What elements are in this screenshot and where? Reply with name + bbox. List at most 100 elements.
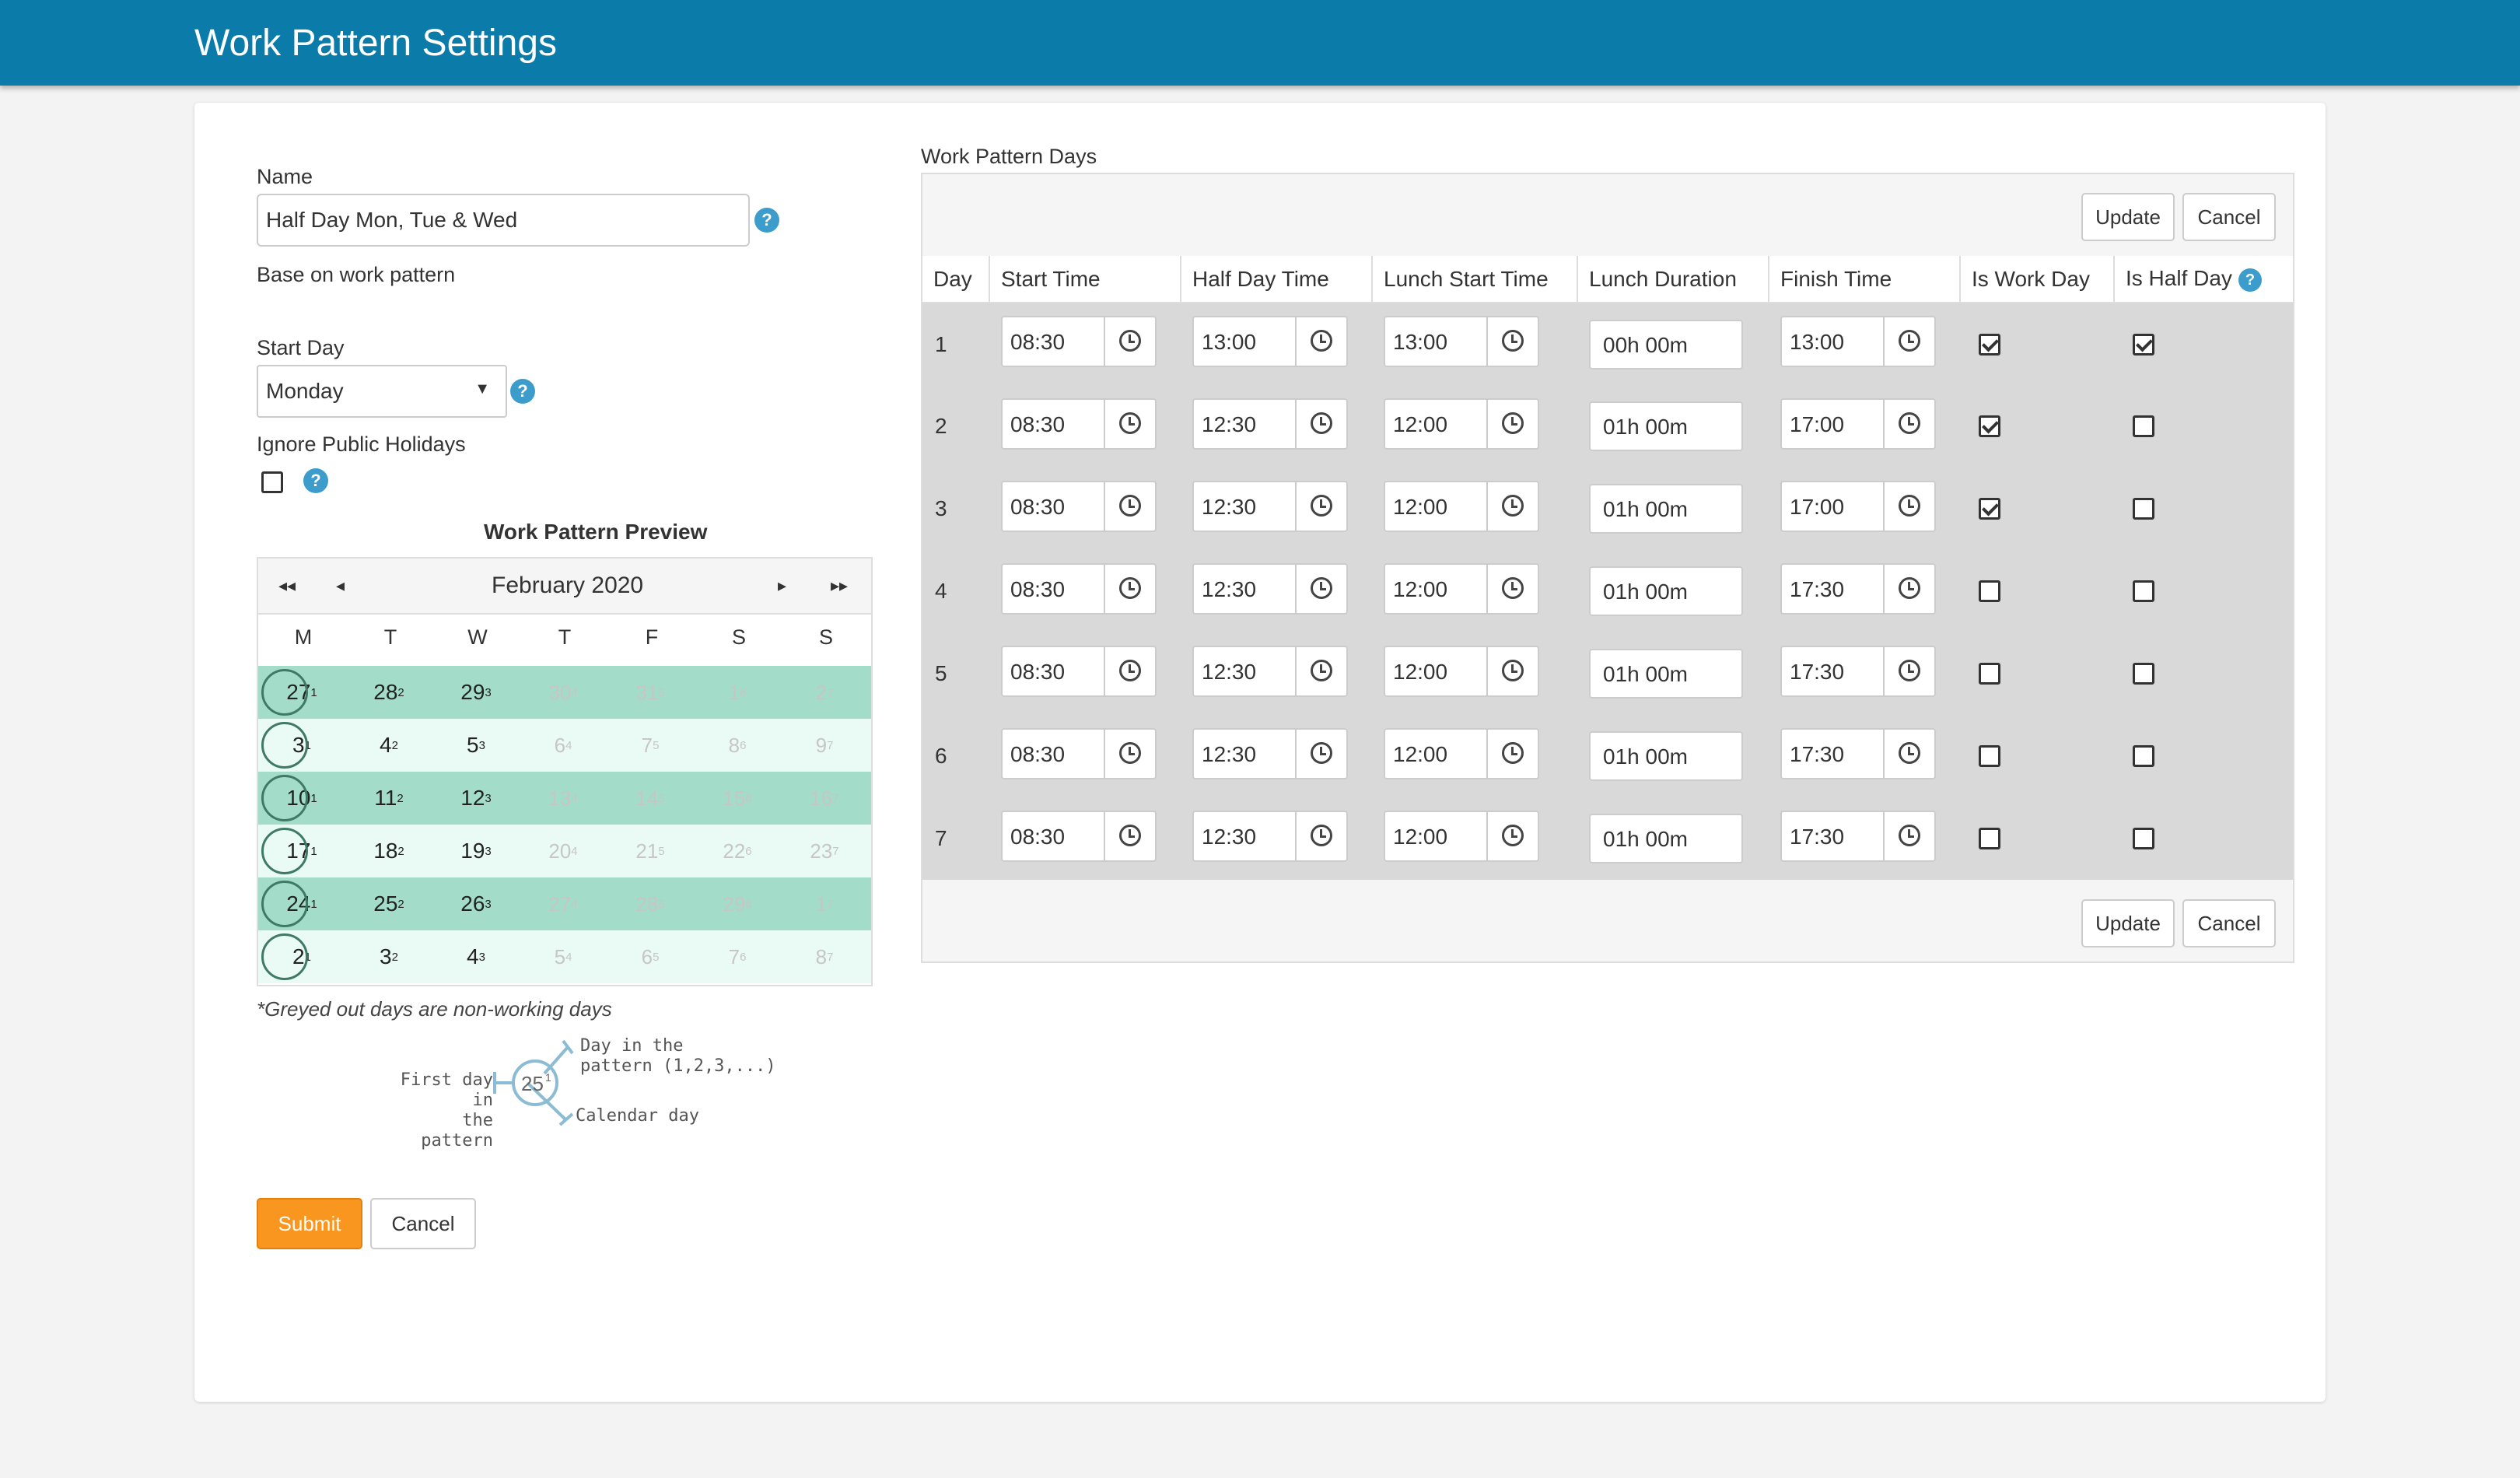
clock-button[interactable] (1104, 729, 1155, 778)
half-day-time-input[interactable]: 13:00 (1192, 316, 1348, 367)
cancel-button-top[interactable]: Cancel (2182, 193, 2276, 241)
calendar-day[interactable]: 28 2 (345, 666, 432, 719)
update-button-top[interactable]: Update (2081, 193, 2175, 241)
clock-button[interactable] (1883, 564, 1934, 613)
clock-button[interactable] (1486, 399, 1538, 448)
clock-button[interactable] (1486, 564, 1538, 613)
is-work-day-checkbox[interactable] (1979, 828, 2000, 849)
half-day-time-input[interactable]: 12:30 (1192, 810, 1348, 862)
clock-button[interactable] (1883, 646, 1934, 695)
clock-button[interactable] (1486, 646, 1538, 695)
calendar-day[interactable]: 11 2 (345, 772, 432, 825)
lunch-duration-input[interactable]: 01h 00m (1589, 401, 1743, 451)
is-half-day-checkbox[interactable] (2133, 828, 2154, 849)
clock-button[interactable] (1883, 317, 1934, 366)
clock-button[interactable] (1295, 317, 1346, 366)
calendar-day[interactable]: 10 1 (258, 772, 345, 825)
half-day-time-input[interactable]: 12:30 (1192, 398, 1348, 450)
calendar-day[interactable]: 29 6 (694, 877, 781, 930)
update-button-bottom[interactable]: Update (2081, 899, 2175, 947)
calendar-day[interactable]: 29 3 (432, 666, 520, 719)
start-time-input[interactable]: 08:30 (1001, 562, 1157, 615)
clock-button[interactable] (1295, 399, 1346, 448)
lunch-duration-input[interactable]: 01h 00m (1589, 814, 1743, 863)
calendar-day[interactable]: 16 7 (781, 772, 868, 825)
calendar-day[interactable]: 19 3 (432, 825, 520, 877)
is-half-day-checkbox[interactable] (2133, 334, 2154, 355)
is-work-day-checkbox[interactable] (1979, 498, 2000, 520)
half-day-time-input[interactable]: 12:30 (1192, 480, 1348, 532)
clock-button[interactable] (1883, 482, 1934, 531)
lunch-duration-input[interactable]: 00h 00m (1589, 319, 1743, 370)
first-month-icon[interactable]: ◂◂ (278, 576, 296, 596)
calendar-day[interactable]: 76 (694, 930, 781, 983)
clock-button[interactable] (1295, 811, 1346, 860)
lunch-start-time-input[interactable]: 12:00 (1384, 810, 1539, 862)
start-time-input[interactable]: 08:30 (1001, 810, 1157, 862)
calendar-day[interactable]: 21 (258, 930, 345, 983)
start-time-input[interactable]: 08:30 (1001, 645, 1157, 697)
calendar-day[interactable]: 20 4 (520, 825, 607, 877)
clock-button[interactable] (1486, 729, 1538, 778)
calendar-day[interactable]: 42 (345, 719, 432, 772)
clock-button[interactable] (1883, 811, 1934, 860)
calendar-day[interactable]: 26 3 (432, 877, 520, 930)
lunch-start-time-input[interactable]: 12:00 (1384, 480, 1539, 532)
clock-button[interactable] (1883, 729, 1934, 778)
half-day-time-input[interactable]: 12:30 (1192, 562, 1348, 615)
finish-time-input[interactable]: 17:30 (1780, 645, 1936, 697)
calendar-day[interactable]: 75 (607, 719, 694, 772)
calendar-day[interactable]: 64 (520, 719, 607, 772)
lunch-duration-input[interactable]: 01h 00m (1589, 649, 1743, 699)
calendar-day[interactable]: 31 5 (607, 666, 694, 719)
start-time-input[interactable]: 08:30 (1001, 398, 1157, 450)
is-half-day-checkbox[interactable] (2133, 663, 2154, 685)
clock-button[interactable] (1104, 482, 1155, 531)
half-day-time-input[interactable]: 12:30 (1192, 727, 1348, 779)
calendar-day[interactable]: 13 4 (520, 772, 607, 825)
name-input[interactable] (257, 194, 750, 247)
calendar-day[interactable]: 25 2 (345, 877, 432, 930)
cancel-button[interactable]: Cancel (370, 1198, 476, 1249)
calendar-day[interactable]: 65 (607, 930, 694, 983)
lunch-start-time-input[interactable]: 12:00 (1384, 398, 1539, 450)
is-work-day-checkbox[interactable] (1979, 334, 2000, 355)
ignore-holidays-checkbox[interactable] (261, 471, 283, 493)
finish-time-input[interactable]: 17:30 (1780, 562, 1936, 615)
calendar-day[interactable]: 54 (520, 930, 607, 983)
calendar-day[interactable]: 22 6 (694, 825, 781, 877)
clock-button[interactable] (1295, 564, 1346, 613)
lunch-duration-input[interactable]: 01h 00m (1589, 484, 1743, 534)
is-half-day-checkbox[interactable] (2133, 745, 2154, 767)
is-half-day-checkbox[interactable] (2133, 498, 2154, 520)
lunch-start-time-input[interactable]: 12:00 (1384, 645, 1539, 697)
is-half-day-checkbox[interactable] (2133, 580, 2154, 602)
clock-button[interactable] (1486, 482, 1538, 531)
lunch-start-time-input[interactable]: 12:00 (1384, 562, 1539, 615)
start-time-input[interactable]: 08:30 (1001, 727, 1157, 779)
clock-button[interactable] (1295, 646, 1346, 695)
name-help-icon[interactable]: ? (754, 208, 779, 233)
is-work-day-checkbox[interactable] (1979, 415, 2000, 437)
calendar-day[interactable]: 21 5 (607, 825, 694, 877)
finish-time-input[interactable]: 17:30 (1780, 810, 1936, 862)
finish-time-input[interactable]: 17:30 (1780, 727, 1936, 779)
next-month-icon[interactable]: ▸ (778, 576, 786, 596)
calendar-day[interactable]: 18 2 (345, 825, 432, 877)
prev-month-icon[interactable]: ◂ (336, 576, 345, 596)
clock-button[interactable] (1486, 811, 1538, 860)
lunch-duration-input[interactable]: 01h 00m (1589, 566, 1743, 616)
calendar-day[interactable]: 15 6 (694, 772, 781, 825)
calendar-day[interactable]: 32 (345, 930, 432, 983)
start-time-input[interactable]: 08:30 (1001, 316, 1157, 367)
calendar-day[interactable]: 27 (781, 666, 868, 719)
calendar-day[interactable]: 43 (432, 930, 520, 983)
calendar-day[interactable]: 86 (694, 719, 781, 772)
calendar-day[interactable]: 30 4 (520, 666, 607, 719)
calendar-day[interactable]: 27 1 (258, 666, 345, 719)
clock-button[interactable] (1104, 399, 1155, 448)
start-time-input[interactable]: 08:30 (1001, 480, 1157, 532)
clock-button[interactable] (1883, 399, 1934, 448)
submit-button[interactable]: Submit (257, 1198, 362, 1249)
clock-button[interactable] (1104, 646, 1155, 695)
